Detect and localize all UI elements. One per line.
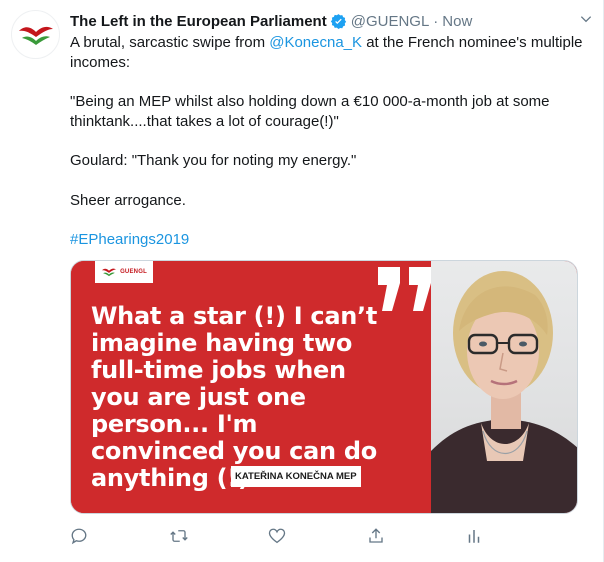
- display-name[interactable]: The Left in the European Parliament: [70, 13, 327, 30]
- speaker-name-tag: KATEŘINA KONEČNA MEP: [231, 466, 361, 487]
- analytics-icon[interactable]: [466, 527, 482, 545]
- tweet-actions: [70, 527, 510, 553]
- retweet-icon[interactable]: [169, 527, 189, 545]
- share-icon[interactable]: [367, 527, 385, 545]
- hashtag-link[interactable]: #EPhearings2019: [70, 231, 189, 248]
- avatar[interactable]: [11, 10, 60, 59]
- chevron-down-icon[interactable]: [579, 12, 593, 31]
- tweet-card[interactable]: The Left in the European Parliament @GUE…: [0, 0, 604, 562]
- separator-dot: ·: [433, 12, 439, 30]
- tweet-line-reply: Goulard: "Thank you for noting my energy…: [70, 152, 357, 170]
- intro-prefix: A brutal, sarcastic swipe from: [70, 34, 270, 51]
- user-handle[interactable]: @GUENGL: [351, 13, 430, 30]
- tweet-content: The Left in the European Parliament @GUE…: [70, 10, 587, 250]
- media-image[interactable]: GUENGL What a star (!) I can’t imagine h…: [70, 260, 578, 514]
- reply-icon[interactable]: [70, 527, 88, 545]
- timestamp[interactable]: Now: [442, 13, 472, 30]
- quote-text: What a star (!) I can’t imagine having t…: [91, 302, 377, 492]
- tweet-header: The Left in the European Parliament @GUE…: [70, 10, 587, 32]
- tweet-text: A brutal, sarcastic swipe from @Konecna_…: [70, 33, 587, 250]
- tweet-line-closing: Sheer arrogance.: [70, 191, 186, 209]
- tweet-line-quote: "Being an MEP whilst also holding down a…: [70, 93, 550, 130]
- guengl-logo-icon: [18, 26, 53, 45]
- speaker-photo: [431, 261, 577, 513]
- quote-panel: GUENGL What a star (!) I can’t imagine h…: [71, 261, 431, 513]
- heart-icon[interactable]: [268, 527, 286, 545]
- guengl-logo: GUENGL: [95, 261, 153, 283]
- verified-badge-icon: [330, 13, 347, 30]
- logo-text: GUENGL: [120, 269, 147, 275]
- mention-link[interactable]: @Konecna_K: [269, 34, 362, 51]
- tweet-line-intro: A brutal, sarcastic swipe from @Konecna_…: [70, 33, 587, 72]
- guengl-logo-icon: [101, 268, 117, 277]
